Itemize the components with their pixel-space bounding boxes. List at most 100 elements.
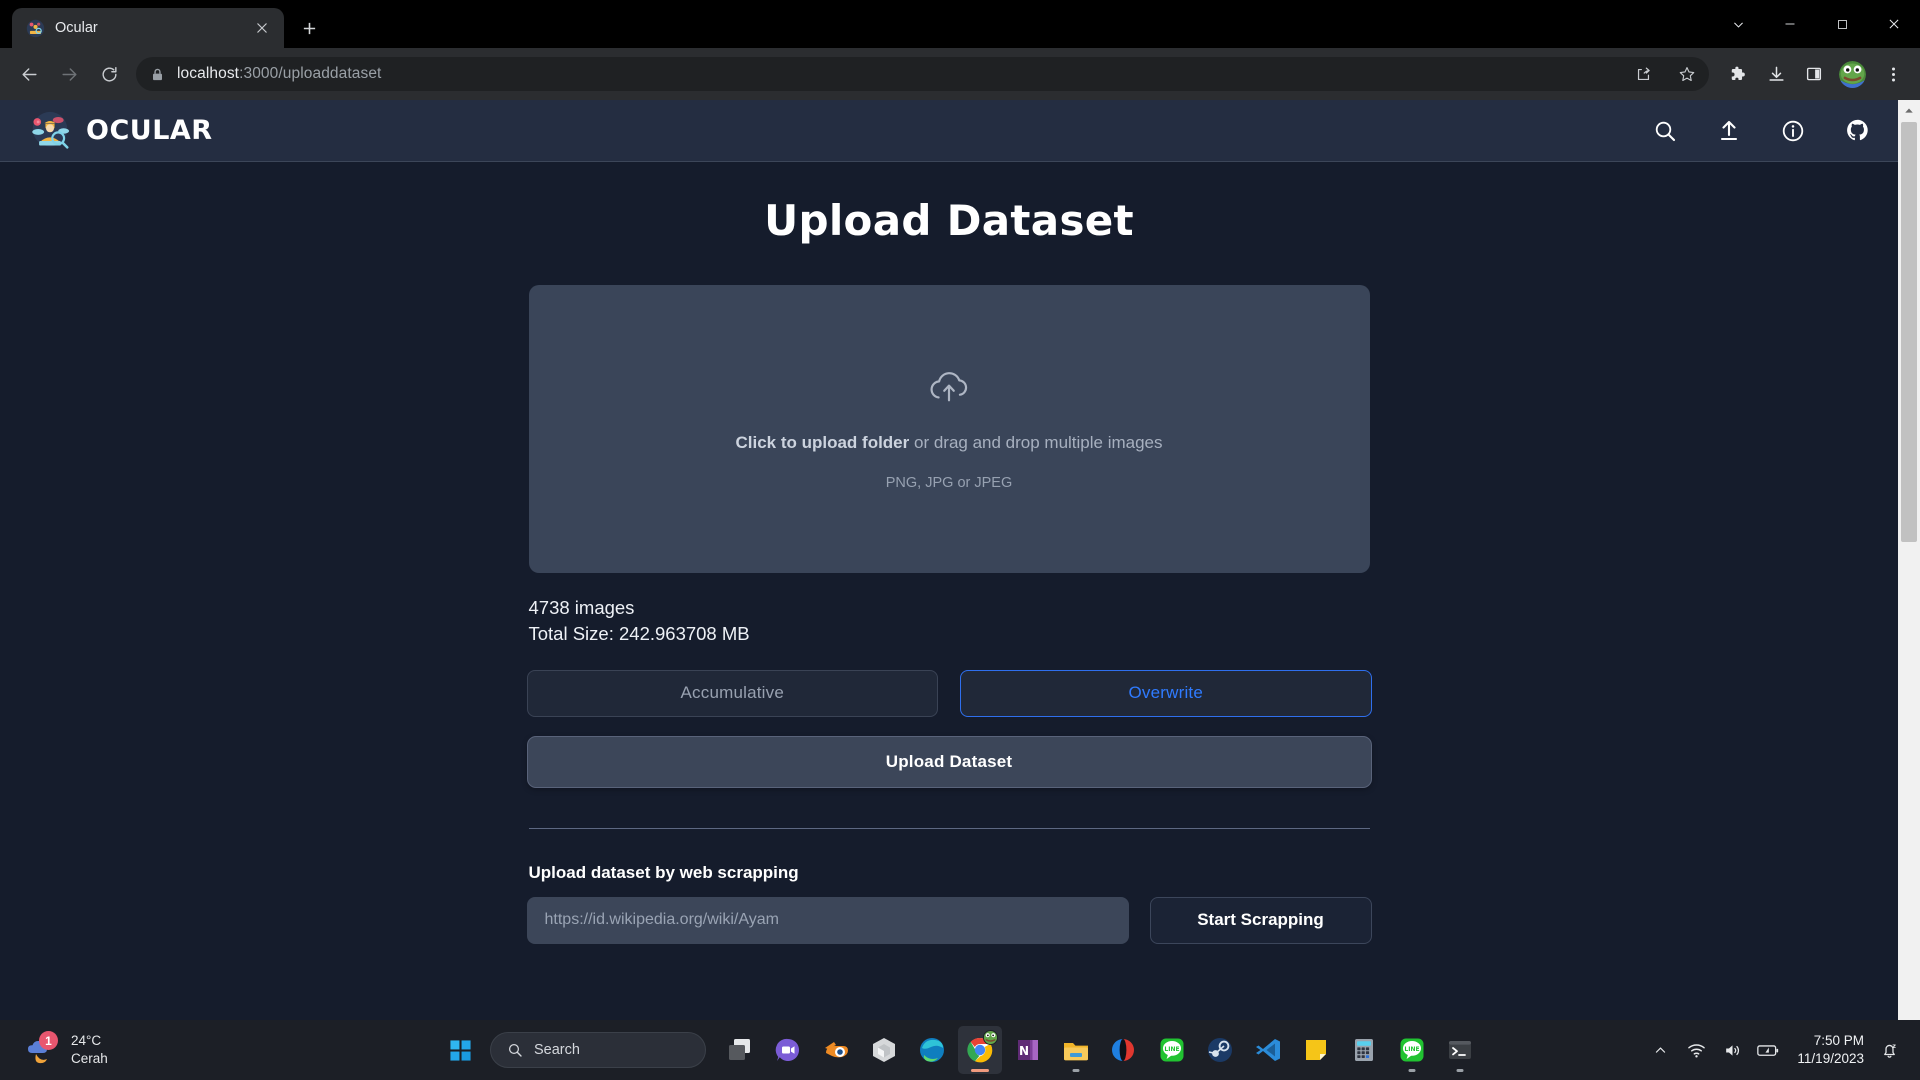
close-window-button[interactable] — [1868, 2, 1920, 46]
onenote-icon: N — [1018, 1040, 1038, 1060]
wifi-icon[interactable] — [1685, 1039, 1707, 1061]
upload-dataset-button[interactable]: Upload Dataset — [526, 735, 1372, 788]
cloud-upload-icon — [926, 368, 972, 411]
sticky-notes-icon — [1306, 1040, 1326, 1060]
running-indicator — [1072, 1069, 1080, 1072]
calculator-icon — [1355, 1039, 1373, 1061]
section-divider — [528, 827, 1370, 829]
taskbar-vscode[interactable] — [1246, 1026, 1290, 1074]
taskbar-chat[interactable] — [766, 1026, 810, 1074]
back-button[interactable] — [10, 55, 48, 93]
dropzone-primary-text: Click to upload folder or drag and drop … — [735, 433, 1162, 453]
taskbar-onenote[interactable]: N — [1006, 1026, 1050, 1074]
scraping-url-input[interactable] — [526, 896, 1129, 944]
weather-text: 24°C Cerah — [71, 1032, 108, 1068]
weather-widget[interactable]: 1 24°C Cerah — [8, 1031, 122, 1068]
info-icon[interactable] — [1780, 118, 1806, 144]
taskbar-search-box[interactable]: Search — [490, 1032, 706, 1068]
github-icon[interactable] — [1844, 118, 1870, 144]
tab-close-icon[interactable] — [250, 16, 274, 40]
scroll-up-arrow-icon[interactable] — [1898, 100, 1920, 122]
taskbar-terminal[interactable] — [1438, 1026, 1482, 1074]
taskbar-clock[interactable]: 7:50 PM 11/19/2023 — [1797, 1032, 1864, 1068]
scrollbar-thumb[interactable] — [1901, 122, 1917, 542]
brand[interactable]: OCULAR — [28, 111, 213, 151]
taskbar-edge[interactable] — [910, 1026, 954, 1074]
clock-date: 11/19/2023 — [1797, 1051, 1864, 1066]
taskbar-file-explorer[interactable] — [1054, 1026, 1098, 1074]
chevron-up-icon[interactable] — [1649, 1039, 1671, 1061]
scraping-section-label: Upload dataset by web scrapping — [528, 862, 799, 882]
weather-notification-badge: 1 — [39, 1031, 58, 1050]
weather-temperature: 24°C — [71, 1033, 102, 1049]
taskbar-line-app[interactable]: LINE — [1390, 1026, 1434, 1074]
unity-icon — [873, 1038, 895, 1062]
terminal-icon — [1449, 1041, 1471, 1059]
start-scrapping-button[interactable]: Start Scrapping — [1149, 896, 1372, 944]
brand-name: OCULAR — [86, 115, 213, 146]
page-content: Upload Dataset Click to upload folder or… — [0, 162, 1898, 1020]
chat-icon — [775, 1038, 800, 1061]
upload-dropzone[interactable]: Click to upload folder or drag and drop … — [528, 285, 1370, 573]
minimize-button[interactable] — [1764, 2, 1816, 46]
address-bar[interactable]: localhost:3000/uploaddataset — [136, 57, 1709, 91]
mode-overwrite-button[interactable]: Overwrite — [960, 669, 1372, 717]
vscode-icon — [1256, 1039, 1280, 1061]
weather-icon: 1 — [26, 1031, 60, 1065]
tab-search-chevron-icon[interactable] — [1712, 2, 1764, 46]
app-header: OCULAR — [0, 100, 1898, 162]
taskbar-unity[interactable] — [862, 1026, 906, 1074]
bookmark-star-icon[interactable] — [1671, 58, 1703, 90]
windows-taskbar: 1 24°C Cerah Search N LINE LINE 7:50 PM … — [0, 1020, 1920, 1080]
lock-icon — [150, 67, 165, 82]
taskbar-calculator[interactable] — [1342, 1026, 1386, 1074]
browser-tab[interactable]: Ocular — [12, 8, 284, 48]
taskbar-steam[interactable] — [1198, 1026, 1242, 1074]
taskbar-center: Search N LINE LINE — [438, 1026, 1482, 1074]
browser-window: Ocular localhost:3000/uploaddataset OCUL… — [0, 0, 1920, 1020]
taskbar-task-view[interactable] — [718, 1026, 762, 1074]
maximize-button[interactable] — [1816, 2, 1868, 46]
taskbar-dia-browser[interactable] — [1102, 1026, 1146, 1074]
downloads-icon[interactable] — [1759, 57, 1793, 91]
search-icon[interactable] — [1652, 118, 1678, 144]
task-view-icon — [729, 1039, 750, 1060]
mode-accumulative-button[interactable]: Accumulative — [526, 669, 938, 717]
blender-icon — [825, 1042, 848, 1058]
sidebar-icon[interactable] — [1797, 57, 1831, 91]
more-menu-icon[interactable] — [1876, 57, 1910, 91]
profile-avatar[interactable] — [1839, 60, 1866, 88]
notifications-icon[interactable]: z — [1878, 1039, 1900, 1061]
dropzone-drag-text: or drag and drop multiple images — [909, 432, 1163, 452]
new-tab-button[interactable] — [292, 11, 326, 45]
battery-icon[interactable] — [1757, 1039, 1779, 1061]
dia-browser-icon — [1112, 1039, 1134, 1061]
url-text: localhost:3000/uploaddataset — [177, 65, 1615, 83]
reload-button[interactable] — [90, 55, 128, 93]
taskbar-line[interactable]: LINE — [1150, 1026, 1194, 1074]
taskbar-chrome[interactable] — [958, 1026, 1002, 1074]
extensions-icon[interactable] — [1721, 57, 1755, 91]
taskbar-sticky-notes[interactable] — [1294, 1026, 1338, 1074]
share-icon[interactable] — [1627, 58, 1659, 90]
upload-icon[interactable] — [1716, 118, 1742, 144]
running-indicator — [1456, 1069, 1464, 1072]
file-explorer-icon — [1064, 1043, 1088, 1061]
volume-icon[interactable] — [1721, 1039, 1743, 1061]
line-icon: LINE — [1160, 1038, 1184, 1062]
url-host: localhost — [177, 65, 240, 82]
edge-icon — [920, 1038, 944, 1062]
ocular-favicon-icon — [26, 19, 45, 38]
total-size: Total Size: 242.963708 MB — [528, 623, 750, 645]
chrome-profile-badge-icon — [983, 1030, 998, 1045]
search-icon — [508, 1043, 522, 1057]
clock-time: 7:50 PM — [1813, 1032, 1864, 1048]
window-controls — [1712, 2, 1920, 46]
forward-button[interactable] — [50, 55, 88, 93]
taskbar-blender[interactable] — [814, 1026, 858, 1074]
page-title: Upload Dataset — [764, 196, 1134, 245]
taskbar-search-placeholder: Search — [534, 1042, 580, 1058]
start-button[interactable] — [438, 1028, 482, 1072]
system-tray: 7:50 PM 11/19/2023 z — [1649, 1032, 1912, 1068]
page-scrollbar[interactable] — [1898, 100, 1920, 1020]
